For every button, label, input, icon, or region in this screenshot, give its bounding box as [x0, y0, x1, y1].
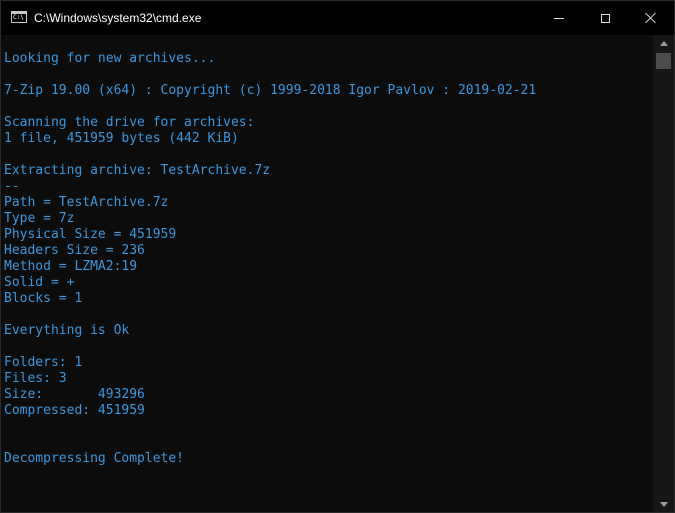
console-line: Scanning the drive for archives: — [4, 115, 255, 130]
scroll-up-button[interactable] — [653, 35, 674, 51]
close-icon — [645, 12, 657, 24]
console-line: -- — [4, 179, 20, 194]
scroll-down-button[interactable] — [653, 496, 674, 512]
console-line: Path = TestArchive.7z — [4, 195, 169, 210]
icon-prompt-text: C:\ — [13, 14, 24, 21]
console-line: Solid = + — [4, 275, 75, 290]
minimize-icon — [554, 17, 564, 19]
arrow-up-icon — [659, 40, 668, 46]
minimize-button[interactable] — [536, 1, 582, 35]
console-line: 7-Zip 19.00 (x64) : Copyright (c) 1999-2… — [4, 83, 537, 98]
console-line: 1 file, 451959 bytes (442 KiB) — [4, 131, 239, 146]
console-line: Headers Size = 236 — [4, 243, 145, 258]
console-line: Blocks = 1 — [4, 291, 83, 306]
window-title: C:\Windows\system32\cmd.exe — [34, 11, 202, 25]
console-line: Folders: 1 — [4, 355, 83, 370]
console-line: Extracting archive: TestArchive.7z — [4, 163, 271, 178]
console-line: Compressed: 451959 — [4, 403, 145, 418]
maximize-button[interactable] — [582, 1, 628, 35]
console-line: Files: 3 — [4, 371, 67, 386]
arrow-down-icon — [659, 501, 668, 507]
console-output-area[interactable]: Looking for new archives... 7-Zip 19.00 (… — [1, 35, 653, 512]
console-line: Type = 7z — [4, 211, 75, 226]
close-button[interactable] — [628, 1, 674, 35]
cmd-window: C:\ C:\Windows\system32\cmd.exe Looking … — [0, 0, 675, 513]
vertical-scrollbar[interactable] — [653, 35, 674, 512]
scroll-thumb[interactable] — [656, 53, 671, 69]
console-line: Method = LZMA2:19 — [4, 259, 138, 274]
title-bar[interactable]: C:\ C:\Windows\system32\cmd.exe — [1, 1, 674, 35]
console-text: Looking for new archives... 7-Zip 19.00 (… — [4, 51, 536, 467]
cmd-console-icon[interactable]: C:\ — [11, 11, 27, 23]
console-line: Size: 493296 — [4, 387, 145, 402]
console-line: Physical Size = 451959 — [4, 227, 177, 242]
console-line: Everything is Ok — [4, 323, 130, 338]
console-line: Decompressing Complete! — [4, 451, 185, 466]
maximize-icon — [600, 13, 610, 23]
console-line: Looking for new archives... — [4, 51, 216, 66]
